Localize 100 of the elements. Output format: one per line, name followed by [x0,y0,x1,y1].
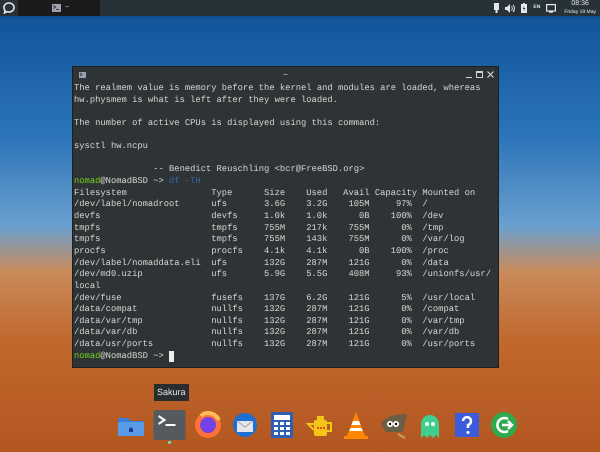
terminal-line: The realmem value is memory before the kernel and modules are loaded, whereas [74,83,480,93]
table-cell-text: 5.5G [305,269,328,281]
table-cell: /var/db [422,327,460,340]
terminal-line: hw.physmem is what is left after they were loaded. [74,94,338,105]
table-cell-text: ufs [211,269,228,281]
table-cell-text: 105M [347,199,370,212]
table-cell-text: /data/var/db [74,327,138,340]
maximize-icon[interactable] [476,71,483,78]
column-header: Filesystem [74,188,128,200]
table-cell-text: 217k [305,222,328,234]
table-cell-text: tmpfs [74,234,102,246]
table-cell-text: procfs [211,246,244,258]
table-cell-text: 287M [305,316,328,328]
terminal-line: -- Benedict Reuschling <bcr@FreeBSD.org> [152,164,364,174]
table-cell: /var/tmp [422,316,465,328]
table-cell-text: 121G [347,292,370,304]
table-cell: /dev [422,211,444,223]
table-cell-text: ufs [211,258,228,270]
table-cell-text: local [74,280,102,293]
table-cell-text: /dev/md0.uzip [74,269,144,281]
table-cell: 755M [264,222,286,234]
monitor-icon[interactable] [546,4,556,12]
fox-ring-icon[interactable] [193,410,223,440]
table-cell-text: 100% [390,246,413,258]
table-cell: /var/log [422,234,465,246]
table-cell-text: 121G [347,339,370,351]
table-cell-text: 5% [400,292,413,304]
column-header: Avail [342,188,370,200]
table-cell-text: 1.0k [305,211,328,223]
table-cell-text: 755M [347,234,370,246]
table-cell-text: 0% [400,316,413,328]
table-cell: /data [422,258,449,270]
table-cell-text: /data/var/tmp [74,316,144,328]
table-cell-text: /data/compat [74,304,138,316]
table-cell-text: 0% [400,222,413,234]
table-cell-text: 0% [400,234,413,246]
question-mark-icon[interactable] [452,410,482,440]
table-cell: 132G [264,316,286,328]
column-header: Type [211,188,234,200]
table-cell-text: tmpfs [211,222,239,234]
chat-bubble-icon[interactable] [3,2,15,14]
table-cell-text: nullfs [211,304,244,316]
table-cell: /unionfs/usr/ [422,269,491,281]
table-cell-text: 0% [400,339,413,351]
table-cell-text: tmpfs [74,222,102,234]
table-cell-text: 143k [305,234,328,246]
table-cell: 4.1k [264,246,286,258]
column-header: Size [264,188,286,200]
table-cell: 137G [264,292,286,304]
table-cell-text: 0% [400,327,413,340]
table-cell-text: procfs [74,246,107,258]
table-cell: 132G [264,304,286,316]
prompt-user: nomad [74,350,100,362]
table-cell: 132G [264,327,286,340]
table-cell-text: 287M [305,327,328,340]
speaker-icon[interactable] [505,4,516,12]
table-cell-text: 100% [390,211,413,223]
table-cell: 1.0k [264,211,286,223]
prompt-host: @NomadBSD ~> [100,176,164,188]
column-header: Used [305,188,328,200]
table-cell-text: 97% [394,199,413,212]
prompt-user: nomad [74,176,100,188]
table-cell-text: 121G [347,327,370,340]
battery-icon[interactable] [521,3,528,13]
table-cell: /proc [422,246,449,258]
table-cell-text: 408M [347,269,370,281]
table-cell-text: 0% [400,258,413,270]
table-cell: /compat [422,304,460,316]
table-cell-text: /dev/label/nomaddata.eli [74,258,202,270]
table-cell-text: 121G [347,304,370,316]
table-cell-text: 0B [358,211,370,223]
table-cell-text: 121G [347,258,370,270]
prompt-host: @NomadBSD ~> [100,350,164,362]
table-cell-text: fusefs [211,292,244,304]
table-cell-text: /dev/fuse [74,292,123,304]
table-cell-text: 0% [400,304,413,316]
table-cell-text: ufs [211,199,228,212]
terminal-line: The number of active CPUs is displayed using this command: [74,118,380,128]
command-text: df -TH [169,176,201,188]
table-cell-text: /data/usr/ports [74,339,154,351]
table-cell: /usr/local [422,292,476,304]
close-icon[interactable] [487,71,494,78]
table-cell: 132G [264,258,286,270]
window-title: ~ [283,68,288,80]
table-cell-text: 93% [394,269,413,281]
table-cell-text: nullfs [211,316,244,328]
table-cell-text: 755M [347,222,370,234]
table-cell-text: /dev/label/nomadroot [74,199,181,212]
traffic-cone-icon[interactable] [341,410,371,440]
envelope-bird-icon[interactable] [230,410,260,440]
logout-icon[interactable] [489,410,519,440]
table-cell-text: nullfs [211,327,244,340]
terminal-icon[interactable] [153,410,186,440]
column-header: Mounted on [422,188,476,200]
table-cell-text: 287M [305,258,328,270]
table-cell-text: 3.2G [305,199,328,212]
terminal-line: sysctl hw.ncpu [74,141,148,152]
tooltip: Sakura [154,384,189,401]
terminal-icon [52,4,61,12]
usb-drive-icon[interactable] [494,3,500,13]
